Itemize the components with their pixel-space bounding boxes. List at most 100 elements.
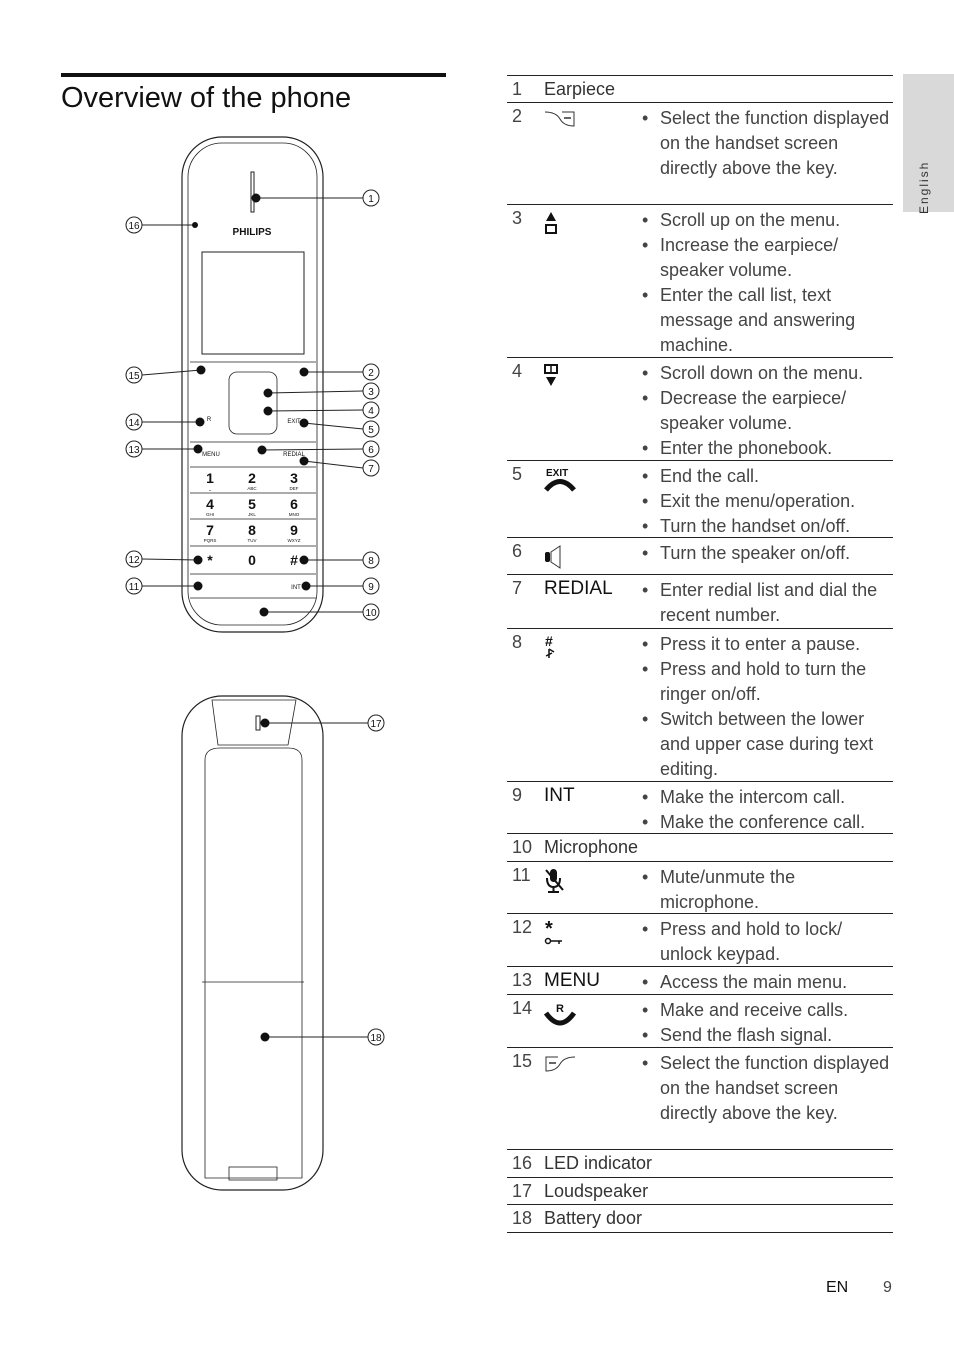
description-bullet: Press and hold to turn the ringer on/off… — [642, 657, 892, 707]
callout-16: 16 — [125, 216, 198, 234]
row-description: Access the main menu. — [642, 970, 892, 995]
row-number: 12 — [512, 917, 533, 937]
callout-number: 9 — [368, 582, 374, 593]
keypad-key-3: 3 — [290, 470, 298, 486]
description-bullet: Enter redial list and dial the recent nu… — [642, 578, 892, 628]
row-number: 13 — [512, 970, 533, 990]
description-bullet: Enter the phonebook. — [642, 436, 892, 461]
description-bullet: Make the intercom call. — [642, 785, 892, 810]
left-softkey-icon — [544, 1054, 576, 1079]
description-bullet: Decrease the earpiece/ speaker volume. — [642, 386, 892, 436]
row-number: 11 — [512, 865, 531, 885]
keypad-key-letters: TUV — [248, 538, 257, 543]
row-number: 14 — [512, 998, 533, 1018]
key-label-int: INT — [291, 585, 301, 591]
svg-text:EXIT: EXIT — [546, 468, 568, 479]
description-bullet: Increase the earpiece/ speaker volume. — [642, 233, 892, 283]
row-description: Select the function displayed on the han… — [642, 106, 892, 181]
language-tab-label: English — [917, 160, 931, 214]
speaker-icon — [544, 544, 566, 575]
table-row-18: 18 Battery door — [507, 1204, 893, 1233]
callout-number: 11 — [129, 582, 140, 593]
row-number: 3 — [512, 208, 523, 228]
svg-text:R: R — [556, 1003, 564, 1015]
keypad-key-5: 5 — [248, 496, 256, 512]
footer-language: EN — [826, 1279, 849, 1296]
callout-12: 12 — [125, 550, 203, 568]
description-bullet: Make and receive calls. — [642, 998, 892, 1023]
description-bullet: Select the function displayed on the han… — [642, 1051, 892, 1126]
page-number: 9 — [883, 1279, 892, 1296]
keypad-key-0: 0 — [248, 552, 256, 568]
svg-text:#: # — [545, 635, 553, 649]
callout-number: 6 — [368, 445, 374, 456]
phone-diagram: PHILIPS 1⎵2ABC3DEF4GHI5JKL6MNO7PQRS8TUV9… — [125, 136, 385, 1191]
keypad-key-letters: MNO — [289, 512, 300, 517]
table-row-14: 14 R Make and receive calls.Send the flash… — [507, 994, 893, 1048]
key-label-exit: EXIT — [287, 419, 301, 425]
keypad-key-letters: GHI — [206, 512, 214, 517]
description-bullet: Switch between the lower and upper case … — [642, 707, 892, 782]
description-bullet: Mute/unmute the microphone. — [642, 865, 892, 915]
table-row-6: 6 Turn the speaker on/off. — [507, 537, 893, 575]
keypad-key-letters: ABC — [247, 486, 257, 491]
row-description: Enter redial list and dial the recent nu… — [642, 578, 892, 628]
callout-3: 3 — [263, 382, 380, 400]
callout-13: 13 — [125, 440, 203, 458]
row-description: Make the intercom call.Make the conferen… — [642, 785, 892, 835]
key-label-menu: MENU — [202, 452, 220, 458]
callout-1: 1 — [251, 189, 380, 207]
talk-flash-icon: R — [543, 1001, 578, 1034]
callout-number: 16 — [128, 221, 140, 232]
table-row-13: 13 MENU Access the main menu. — [507, 966, 893, 995]
table-row-17: 17 Loudspeaker — [507, 1177, 893, 1205]
manual-page: Overview of the phone English PHILIPS 1 ⎵… — [0, 0, 954, 1349]
table-row-4: 4 Scroll down on the menu.Decrease the ea… — [507, 357, 893, 461]
description-bullet: Make the conference call. — [642, 810, 892, 835]
callout-2: 2 — [299, 363, 380, 381]
row-label: Battery door — [544, 1208, 643, 1228]
row-label: REDIAL — [544, 578, 613, 599]
table-row-5: 5 EXIT End the call.Exit the menu/operatio… — [507, 460, 893, 539]
callout-number: 12 — [128, 555, 140, 566]
callout-14: 14 — [125, 413, 205, 431]
row-number: 10 — [512, 837, 533, 857]
row-label: Microphone — [544, 837, 639, 857]
right-softkey-icon — [544, 109, 576, 134]
keypad-key-letters: PQRS — [204, 538, 217, 543]
callout-number: 3 — [368, 387, 374, 398]
callout-11: 11 — [125, 577, 203, 595]
keypad-key-*: * — [207, 552, 213, 568]
description-bullet: Turn the handset on/off. — [642, 514, 892, 539]
callout-5: 5 — [299, 418, 380, 438]
row-number: 5 — [512, 464, 523, 484]
description-bullet: End the call. — [642, 464, 892, 489]
keypad-key-#: # — [290, 552, 298, 568]
callout-number: 4 — [368, 406, 374, 417]
callout-number: 18 — [370, 1033, 382, 1044]
row-number: 9 — [512, 785, 523, 805]
row-description: Make and receive calls.Send the flash si… — [642, 998, 892, 1048]
row-number: 4 — [512, 361, 523, 381]
table-row-10: 10 Microphone — [507, 833, 893, 862]
row-label: Loudspeaker — [544, 1181, 649, 1201]
table-row-15: 15 Select the function displayed on the h… — [507, 1047, 893, 1150]
description-bullet: Press it to enter a pause. — [642, 632, 892, 657]
row-description: Mute/unmute the microphone. — [642, 865, 892, 915]
up-arrow-call-list-icon — [544, 211, 560, 242]
row-description: Scroll up on the menu.Increase the earpi… — [642, 208, 892, 358]
handset-screen — [201, 251, 305, 355]
table-row-16: 16 LED indicator — [507, 1149, 893, 1178]
description-bullet: Select the function displayed on the han… — [642, 106, 892, 181]
row-number: 15 — [512, 1051, 533, 1071]
keypad-key-letters: ⎵ — [209, 486, 211, 492]
description-bullet: Scroll up on the menu. — [642, 208, 892, 233]
callout-10: 10 — [259, 603, 380, 621]
keypad-key-8: 8 — [248, 522, 256, 538]
table-row-11: 11 Mute/unmute the microphone. — [507, 861, 893, 914]
row-label: MENU — [544, 970, 600, 991]
callout-number: 5 — [368, 425, 374, 436]
table-row-3: 3 Scroll up on the menu.Increase the earp… — [507, 204, 893, 358]
keypad-key-6: 6 — [290, 496, 298, 512]
nav-key — [228, 371, 278, 435]
